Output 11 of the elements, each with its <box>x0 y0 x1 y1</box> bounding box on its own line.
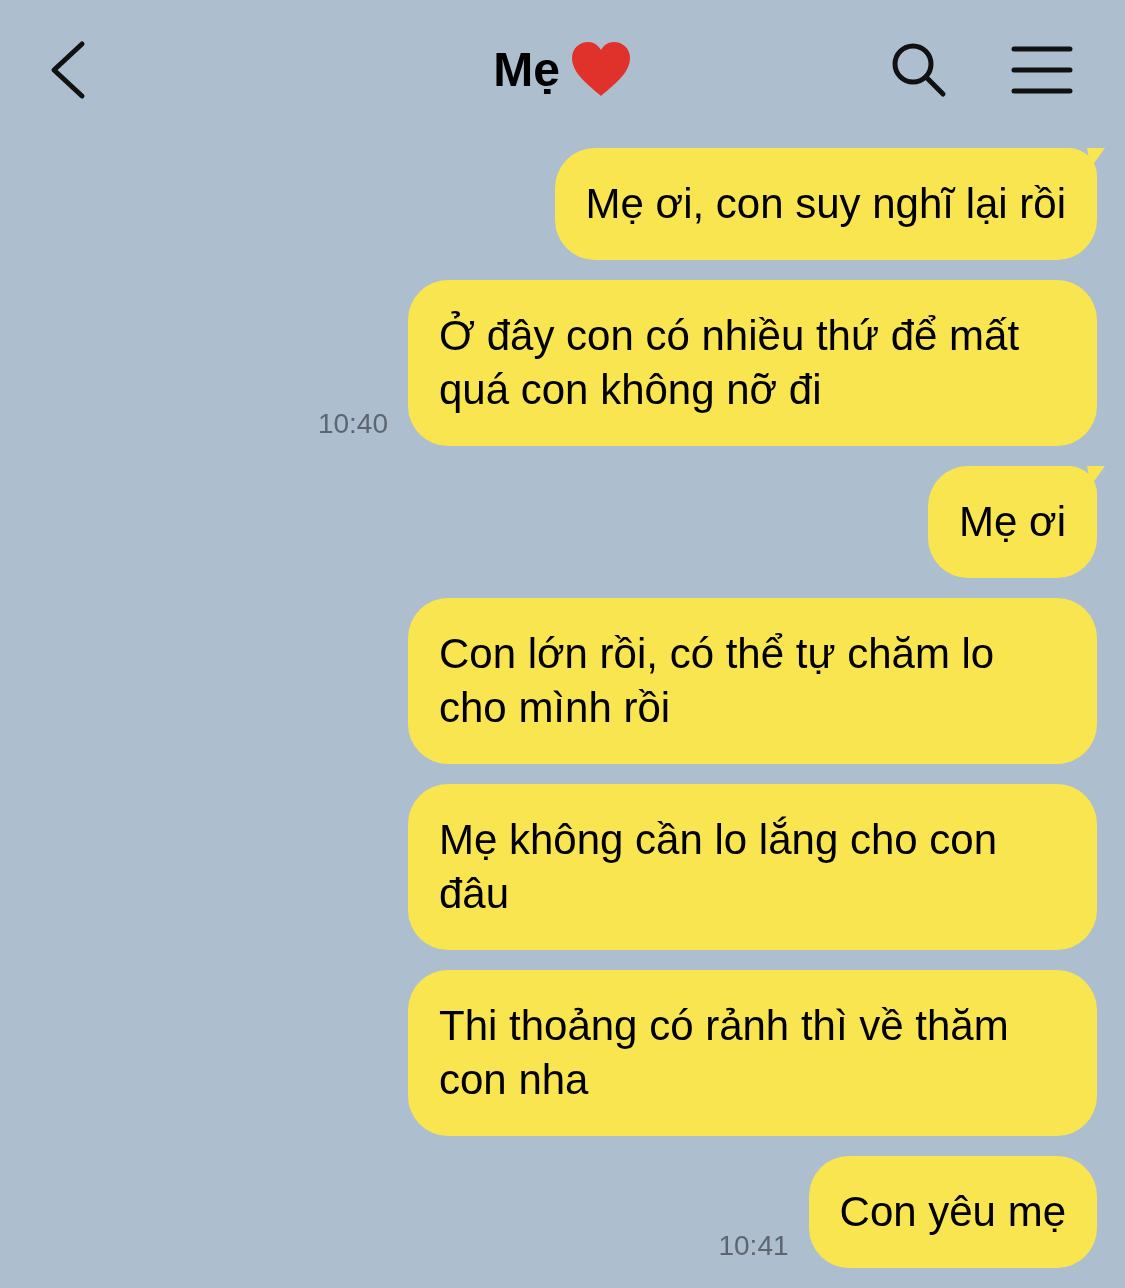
message-time: 10:40 <box>317 408 388 440</box>
search-icon[interactable] <box>891 42 947 98</box>
message-bubble: Mẹ không cần lo lắng cho con đâu <box>408 784 1097 950</box>
chat-title: Mẹ <box>493 41 560 97</box>
message-bubble: Ở đây con có nhiều thứ để mất quá con không nỡ đi <box>408 280 1097 446</box>
menu-icon[interactable] <box>1011 45 1073 95</box>
message-bubble: Thi thoảng có rảnh thì về thăm con nha <box>408 970 1097 1136</box>
message-bubble: Con yêu mẹ <box>808 1156 1097 1268</box>
heart-icon <box>569 40 632 98</box>
message-bubble: Con lớn rồi, có thể tự chăm lo cho mình rồi <box>408 598 1097 764</box>
message-time: 10:41 <box>718 1230 789 1262</box>
